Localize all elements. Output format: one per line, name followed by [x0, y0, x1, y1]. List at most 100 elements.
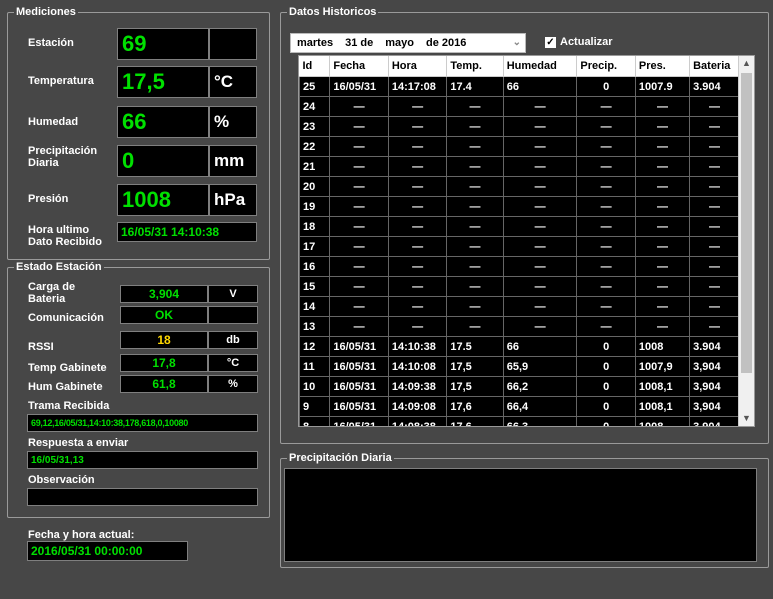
bateria-value: 3,904 — [120, 285, 208, 303]
grid-scrollbar[interactable]: ▲ ▼ — [738, 56, 754, 426]
table-cell: — — [329, 236, 389, 257]
table-cell: 14:10:08 — [387, 356, 448, 377]
presion-unit: hPa — [209, 184, 257, 216]
scroll-down-icon[interactable]: ▼ — [739, 411, 754, 426]
column-header[interactable]: Temp. — [446, 56, 504, 77]
table-cell: — — [502, 216, 578, 237]
table-cell: — — [387, 276, 448, 297]
precipitacion-diaria-chart — [284, 468, 757, 562]
scroll-thumb[interactable] — [741, 73, 752, 373]
table-cell: — — [329, 176, 389, 197]
table-row[interactable]: 19— — — — — — — — [299, 196, 740, 217]
table-cell: — — [634, 196, 691, 217]
humedad-value: 66 — [117, 106, 209, 138]
table-cell: 0 — [576, 376, 636, 397]
table-cell: — — [387, 156, 448, 177]
table-row[interactable]: 12 16/05/31 14:10:38 17.5 66 0 1008 3.904 — [299, 336, 740, 357]
trama-value: 69,12,16/05/31,14:10:38,178,618,0,10080 — [27, 414, 258, 432]
table-row[interactable]: 16— — — — — — — — [299, 256, 740, 277]
table-cell: — — [329, 156, 389, 177]
table-cell: 17 — [299, 236, 331, 257]
humedad-unit: % — [209, 106, 257, 138]
checkbox-check-icon[interactable]: ✓ — [545, 36, 556, 48]
table-row[interactable]: 13— — — — — — — — [299, 316, 740, 337]
table-cell: — — [387, 316, 448, 337]
table-cell: — — [329, 136, 389, 157]
estacion-label: Estación — [28, 37, 74, 49]
table-cell: 21 — [299, 156, 331, 177]
table-cell: 18 — [299, 216, 331, 237]
scroll-up-icon[interactable]: ▲ — [739, 56, 754, 71]
column-header[interactable]: Pres. — [635, 56, 691, 77]
table-row[interactable]: 10 16/05/31 14:09:38 17,5 66,2 0 1008,1 3,904 — [299, 376, 740, 397]
table-cell: 1008 — [634, 336, 691, 357]
hora-label: Hora ultimo Dato Recibido — [28, 224, 102, 248]
table-cell: — — [446, 196, 504, 217]
table-row[interactable]: 24— — — — — — — — [299, 96, 740, 117]
table-cell: 17.4 — [446, 76, 504, 97]
table-cell: 16/05/31 — [329, 416, 389, 426]
table-row[interactable]: 22— — — — — — — — [299, 136, 740, 157]
table-row[interactable]: 15— — — — — — — — [299, 276, 740, 297]
table-cell: — — [689, 236, 740, 257]
temp-gabinete-label: Temp Gabinete — [28, 362, 107, 374]
table-cell: 22 — [299, 136, 331, 157]
table-cell: — — [329, 256, 389, 277]
table-cell: — — [446, 316, 504, 337]
chevron-down-icon[interactable]: ⌄ — [513, 37, 521, 48]
table-cell: — — [689, 96, 740, 117]
table-cell: — — [446, 176, 504, 197]
table-cell: 1008 — [634, 416, 691, 426]
table-cell: — — [387, 116, 448, 137]
table-row[interactable]: 14— — — — — — — — [299, 296, 740, 317]
respuesta-label: Respuesta a enviar — [28, 437, 129, 449]
actualizar-checkbox[interactable]: ✓ Actualizar — [545, 36, 613, 48]
table-cell: — — [576, 296, 636, 317]
table-row[interactable]: 11 16/05/31 14:10:08 17,5 65,9 0 1007,9 3,904 — [299, 356, 740, 377]
table-row[interactable]: 21— — — — — — — — [299, 156, 740, 177]
table-cell: — — [502, 96, 578, 117]
date-month: mayo — [385, 37, 414, 49]
table-cell: 1008,1 — [634, 376, 691, 397]
table-cell: 14:09:38 — [387, 376, 448, 397]
table-row[interactable]: 9 16/05/31 14:09:08 17,6 66,4 0 1008,1 3,904 — [299, 396, 740, 417]
table-cell: 17.5 — [446, 336, 504, 357]
table-cell: 14:09:08 — [387, 396, 448, 417]
table-cell: — — [689, 296, 740, 317]
table-row[interactable]: 17— — — — — — — — [299, 236, 740, 257]
table-cell: — — [689, 136, 740, 157]
column-header[interactable]: Humedad — [503, 56, 578, 77]
table-row[interactable]: 25 16/05/31 14:17:08 17.4 66 0 1007.9 3.904 — [299, 76, 740, 97]
column-header[interactable]: Id — [299, 56, 331, 77]
historicos-grid[interactable]: Id Fecha Hora Temp. Humedad Precip. Pres. Bater… — [298, 55, 755, 427]
date-picker[interactable]: martes 31 de mayo de 2016 ⌄ — [290, 33, 526, 53]
table-cell: — — [387, 216, 448, 237]
table-cell: 25 — [299, 76, 331, 97]
table-row[interactable]: 23— — — — — — — — [299, 116, 740, 137]
table-cell: 13 — [299, 316, 331, 337]
table-cell: — — [502, 136, 578, 157]
table-cell: — — [502, 176, 578, 197]
table-cell: 0 — [576, 356, 636, 377]
column-header[interactable]: Fecha — [329, 56, 389, 77]
column-header[interactable]: Hora — [388, 56, 448, 77]
table-cell: — — [446, 276, 504, 297]
table-cell: — — [576, 236, 636, 257]
table-cell: — — [387, 96, 448, 117]
column-header[interactable]: Bateria — [689, 56, 740, 77]
table-cell: — — [446, 256, 504, 277]
presion-label: Presión — [28, 193, 69, 205]
table-row[interactable]: 18— — — — — — — — [299, 216, 740, 237]
table-cell: 16/05/31 — [329, 396, 389, 417]
table-cell: — — [576, 176, 636, 197]
table-cell: — — [634, 96, 691, 117]
column-header[interactable]: Precip. — [576, 56, 636, 77]
table-cell: — — [387, 256, 448, 277]
table-cell: 19 — [299, 196, 331, 217]
table-cell: 23 — [299, 116, 331, 137]
table-row[interactable]: 8 16/05/31 14:08:38 17.6 66.3 0 1008 3.904 — [299, 416, 740, 426]
table-cell: — — [576, 276, 636, 297]
table-row[interactable]: 20— — — — — — — — [299, 176, 740, 197]
precipitacion-diaria-title: Precipitación Diaria — [287, 452, 394, 465]
mediciones-title: Mediciones — [14, 6, 78, 19]
